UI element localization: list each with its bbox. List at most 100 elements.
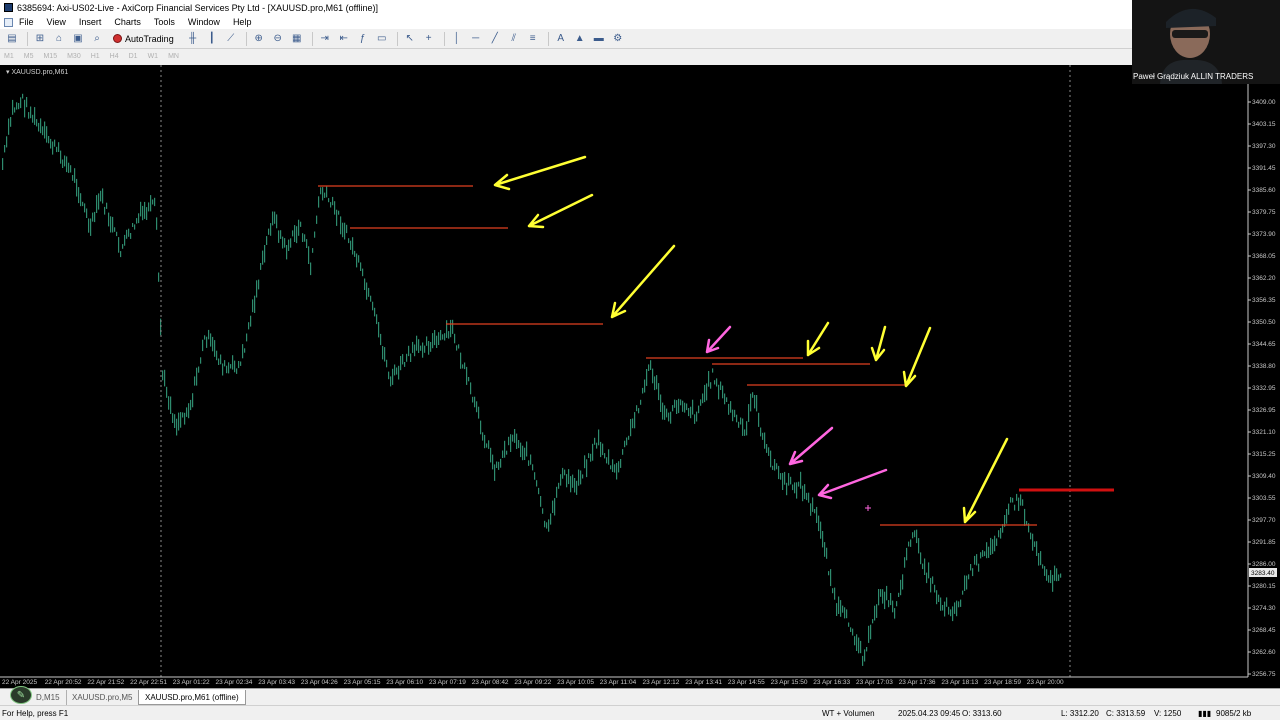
chart-shift-icon[interactable]: ⇤ — [336, 31, 352, 47]
candle — [408, 345, 410, 357]
candle — [244, 348, 246, 353]
tab-xauusd-m5[interactable]: XAUUSD.pro,M5 — [66, 690, 140, 705]
menu-view[interactable]: View — [47, 17, 66, 27]
vertical-line-icon[interactable]: │ — [449, 31, 465, 47]
label-icon[interactable]: ▬ — [591, 31, 607, 47]
toolbar-separator — [245, 31, 247, 46]
menu-insert[interactable]: Insert — [79, 17, 102, 27]
candle — [24, 99, 26, 118]
bar-chart-icon[interactable]: ╫ — [185, 31, 201, 47]
crosshair-icon[interactable]: + — [421, 31, 437, 47]
candlestick-icon[interactable]: ┃ — [204, 31, 220, 47]
menu-window[interactable]: Window — [188, 17, 220, 27]
candle — [106, 202, 108, 209]
candle — [26, 97, 28, 108]
time-tick-label: 23 Apr 14:55 — [728, 679, 765, 686]
price-chart[interactable]: 3409.00 3403.15 3397.30 3391.45 3385.60 3379.… — [0, 65, 1280, 688]
candle — [98, 193, 100, 210]
candle — [428, 341, 430, 355]
navigator-icon[interactable]: ▣ — [70, 31, 86, 47]
candle — [542, 508, 544, 514]
menu-file[interactable]: File — [19, 17, 34, 27]
line-chart-icon[interactable]: ⟋ — [223, 31, 239, 47]
candle — [442, 334, 444, 340]
candle — [588, 453, 590, 458]
chart-window[interactable]: 3409.00 3403.15 3397.30 3391.45 3385.60 3379.… — [0, 65, 1280, 688]
candle — [614, 464, 616, 473]
arrow-annotation — [817, 468, 888, 500]
candle — [492, 454, 494, 470]
candle — [302, 233, 304, 242]
candle — [580, 470, 582, 485]
candle — [938, 594, 940, 602]
candle — [982, 550, 984, 557]
candle — [718, 384, 720, 400]
candle — [962, 590, 964, 595]
candle — [250, 315, 252, 327]
status-volume: V: 1250 — [1154, 709, 1182, 718]
period-mn[interactable]: MN — [168, 53, 179, 60]
arrow-annotation — [493, 155, 587, 191]
zoom-out-icon[interactable]: ⊖ — [270, 31, 286, 47]
period-m1[interactable]: M1 — [4, 53, 14, 60]
tab-xauusd-m61-offline[interactable]: XAUUSD.pro,M61 (offline) — [138, 690, 246, 705]
candle — [536, 480, 538, 487]
tab-d-m15[interactable]: D,M15 — [30, 690, 67, 705]
zoom-in-icon[interactable]: ⊕ — [251, 31, 267, 47]
period-m30[interactable]: M30 — [67, 53, 81, 60]
candle — [910, 539, 912, 547]
candle — [322, 187, 324, 201]
horizontal-line-icon[interactable]: ─ — [468, 31, 484, 47]
candle — [30, 106, 32, 119]
window-title: 6385694: Axi-US02-Live - AxiCorp Financi… — [17, 2, 378, 13]
text-icon[interactable]: A — [553, 31, 569, 47]
candle — [88, 218, 90, 233]
candle — [274, 211, 276, 224]
period-m5[interactable]: M5 — [24, 53, 34, 60]
cursor-icon[interactable]: ↖ — [402, 31, 418, 47]
market-watch-icon[interactable]: ⌂ — [51, 31, 67, 47]
auto-scroll-icon[interactable]: ⇥ — [317, 31, 333, 47]
arrow-up-icon[interactable]: ▲ — [572, 31, 588, 47]
shapes-dropdown-icon[interactable]: ⚙ — [610, 31, 626, 47]
tile-windows-icon[interactable]: ▦ — [289, 31, 305, 47]
time-tick-label: 23 Apr 01:22 — [173, 679, 210, 686]
candle — [138, 213, 140, 224]
candle — [654, 376, 656, 391]
autotrading-button[interactable]: AutoTrading — [108, 31, 179, 47]
period-w1[interactable]: W1 — [148, 53, 159, 60]
document-icon[interactable] — [4, 17, 13, 27]
candle — [490, 447, 492, 463]
indicators-icon[interactable]: ƒ — [355, 31, 371, 47]
candle — [642, 387, 644, 394]
candle — [874, 605, 876, 621]
new-chart-icon[interactable]: ▤ — [4, 31, 20, 47]
candle — [358, 255, 360, 263]
candle — [592, 443, 594, 461]
candle — [204, 335, 206, 340]
candle — [384, 347, 386, 362]
menu-charts[interactable]: Charts — [114, 17, 141, 27]
candle — [128, 228, 130, 237]
candle — [782, 472, 784, 490]
candle — [898, 592, 900, 597]
period-h1[interactable]: H1 — [91, 53, 100, 60]
candle — [946, 597, 948, 607]
time-axis: 22 Apr 2025 22 Apr 20:52 22 Apr 21:52 22 Ap… — [2, 679, 1064, 686]
period-m15[interactable]: M15 — [43, 53, 57, 60]
pencil-icon[interactable]: ✎ — [10, 686, 32, 704]
period-h4[interactable]: H4 — [110, 53, 119, 60]
menu-help[interactable]: Help — [233, 17, 252, 27]
templates-icon[interactable]: ▭ — [374, 31, 390, 47]
channel-icon[interactable]: ⫽ — [506, 31, 522, 47]
period-d1[interactable]: D1 — [129, 53, 138, 60]
status-traffic: 9085/2 kb — [1216, 709, 1252, 718]
candle — [678, 398, 680, 414]
time-tick-label: 22 Apr 20:52 — [45, 679, 82, 686]
trendline-icon[interactable]: ╱ — [487, 31, 503, 47]
tester-icon[interactable]: ⌕ — [89, 31, 105, 47]
menu-tools[interactable]: Tools — [154, 17, 175, 27]
candle — [376, 314, 378, 325]
fibonacci-icon[interactable]: ≡ — [525, 31, 541, 47]
profiles-icon[interactable]: ⊞ — [32, 31, 48, 47]
